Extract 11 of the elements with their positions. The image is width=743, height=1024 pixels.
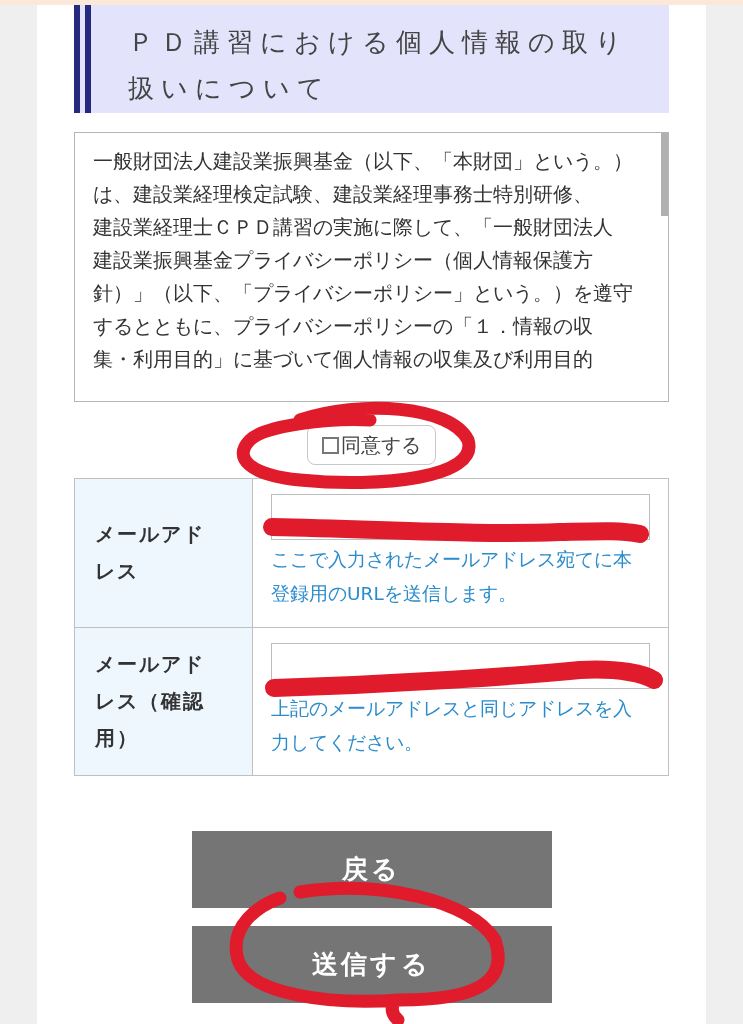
section-heading: ＰＤ講習における個人情報の取り 扱いについて xyxy=(128,26,630,105)
notice-text: 一般財団法人建設業振興基金（以下、「本財団」という。） は、建設業経理検定試験、建設業経理事務士特別研修、 建設業経理士ＣＰＤ講習の実施に際して、「一般財団法人 建設業振興基金プライバシーポリシー（個人情報保護方 針）」（以下、「プライバシーポリシー」という。）を遵守 するとともに、プライバシーポリシーの「１．情報の収 集・利用目的」に基づいて個人情報の収集及び利用目的 xyxy=(93,148,633,373)
help-text: 上記のメールアドレスと同じアドレスを入 力してください。 xyxy=(271,697,633,755)
agree-checkbox[interactable]: 同意する xyxy=(307,425,436,465)
back-button[interactable]: 戻る xyxy=(191,831,552,908)
scrollbar-thumb[interactable] xyxy=(661,133,668,216)
checkbox-label: 同意する xyxy=(341,432,421,459)
field-label-text: メールアド レス xyxy=(95,521,205,585)
field-label-text: メールアド レス（確認 用） xyxy=(95,651,205,752)
help-text: ここで入力されたメールアドレス宛てに本 登録用のURLを送信します。 xyxy=(271,548,633,606)
checkbox[interactable] xyxy=(322,436,339,454)
